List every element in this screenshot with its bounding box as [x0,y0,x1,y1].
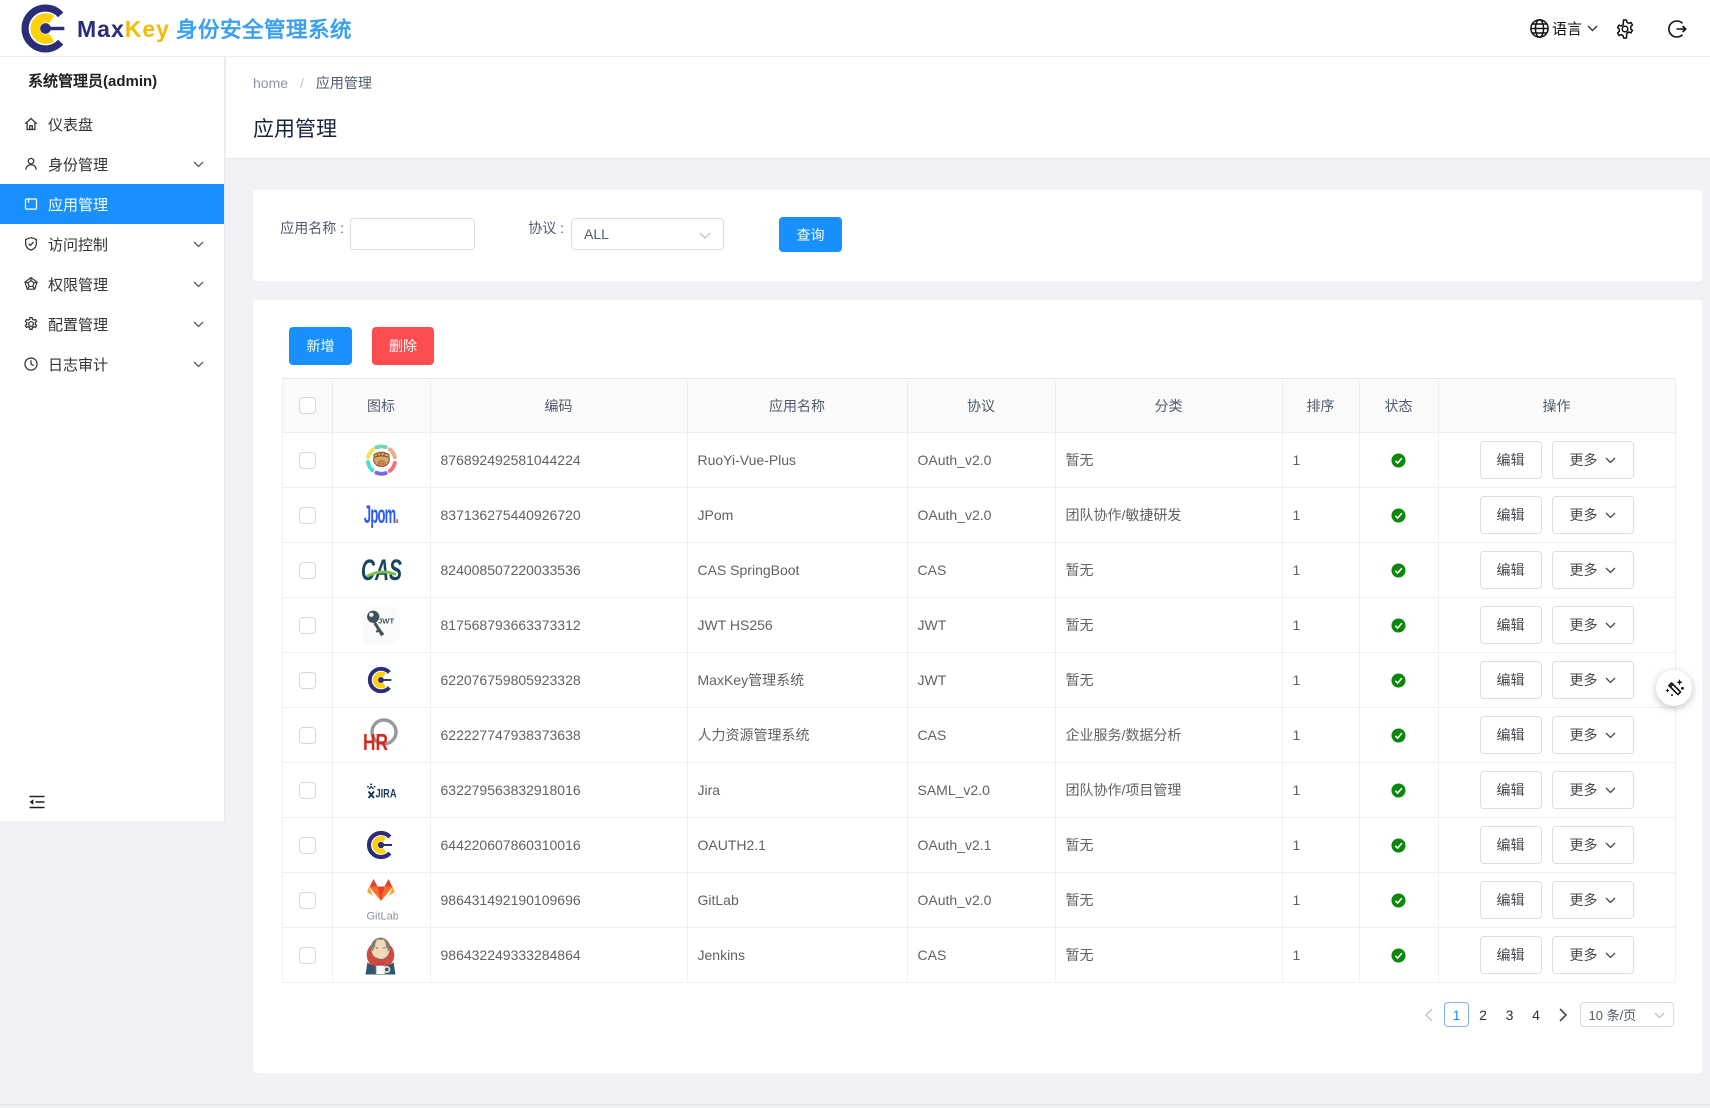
svg-text:GitLab: GitLab [367,911,399,923]
svg-text:JWT: JWT [378,616,394,625]
svg-text:HR: HR [363,729,388,753]
svg-text:JIRA: JIRA [375,787,396,801]
svg-text:CAS: CAS [361,554,402,586]
